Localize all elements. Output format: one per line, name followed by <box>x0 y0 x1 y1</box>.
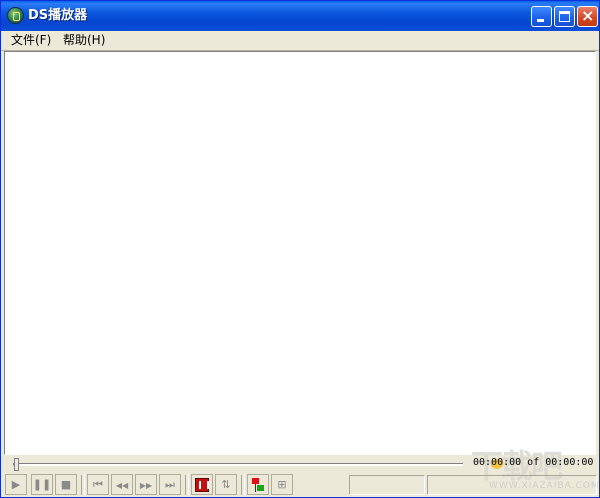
minimize-icon <box>537 19 544 22</box>
skip-back-icon: ⏮ <box>93 478 103 491</box>
app-icon[interactable] <box>7 7 24 24</box>
pause-button[interactable]: ❚❚ <box>31 474 53 495</box>
window-title: DS播放器 <box>28 8 88 23</box>
skip-back-button[interactable]: ⏮ <box>87 474 109 495</box>
swap-icon: ⇅ <box>221 478 231 491</box>
minimize-button[interactable] <box>531 6 552 27</box>
swap-button[interactable]: ⇅ <box>215 474 237 495</box>
video-area[interactable] <box>4 51 596 455</box>
title-bar[interactable]: DS播放器 × <box>1 1 599 31</box>
time-display: 00:00:00 of 00:00:00 <box>473 457 594 468</box>
status-pane-1 <box>349 475 425 495</box>
flag-icon <box>252 478 264 492</box>
menu-file[interactable]: 文件(F) <box>11 33 51 48</box>
mute-button[interactable] <box>191 474 213 495</box>
toolbar-separator <box>241 475 245 495</box>
stop-button[interactable]: ■ <box>55 474 77 495</box>
menu-bar: 文件(F) 帮助(H) <box>1 31 599 51</box>
play-icon: ▶ <box>11 478 21 491</box>
skip-forward-icon: ⏭ <box>165 478 175 491</box>
app-window: DS播放器 × 文件(F) 帮助(H) 下载吧 WWW.XIAZAIBA.COM… <box>0 0 600 498</box>
close-button[interactable]: × <box>577 6 598 27</box>
menu-help[interactable]: 帮助(H) <box>63 33 105 48</box>
toolbar-separator <box>185 475 189 495</box>
seek-track[interactable] <box>13 463 463 466</box>
mute-icon <box>195 478 209 492</box>
fit-window-button[interactable]: ⊞ <box>271 474 293 495</box>
rewind-icon: ◀◀ <box>115 481 129 490</box>
fast-forward-button[interactable]: ▶▶ <box>135 474 157 495</box>
close-icon: × <box>581 6 595 25</box>
control-toolbar: ▶ ❚❚ ■ ⏮ ◀◀ ▶▶ ⏭ ⇅ ⊞ <box>1 473 599 497</box>
status-pane-2 <box>427 475 597 495</box>
skip-forward-button[interactable]: ⏭ <box>159 474 181 495</box>
marker-button[interactable] <box>247 474 269 495</box>
seek-thumb[interactable] <box>14 458 19 471</box>
toolbar-separator <box>81 475 85 495</box>
play-button[interactable]: ▶ <box>5 474 27 495</box>
rewind-button[interactable]: ◀◀ <box>111 474 133 495</box>
fast-forward-icon: ▶▶ <box>139 481 153 490</box>
maximize-button[interactable] <box>554 6 575 27</box>
pause-icon: ❚❚ <box>32 478 52 491</box>
seek-slider[interactable] <box>13 458 463 471</box>
stop-icon: ■ <box>60 478 72 491</box>
fit-icon: ⊞ <box>277 478 287 491</box>
maximize-icon <box>559 11 570 22</box>
